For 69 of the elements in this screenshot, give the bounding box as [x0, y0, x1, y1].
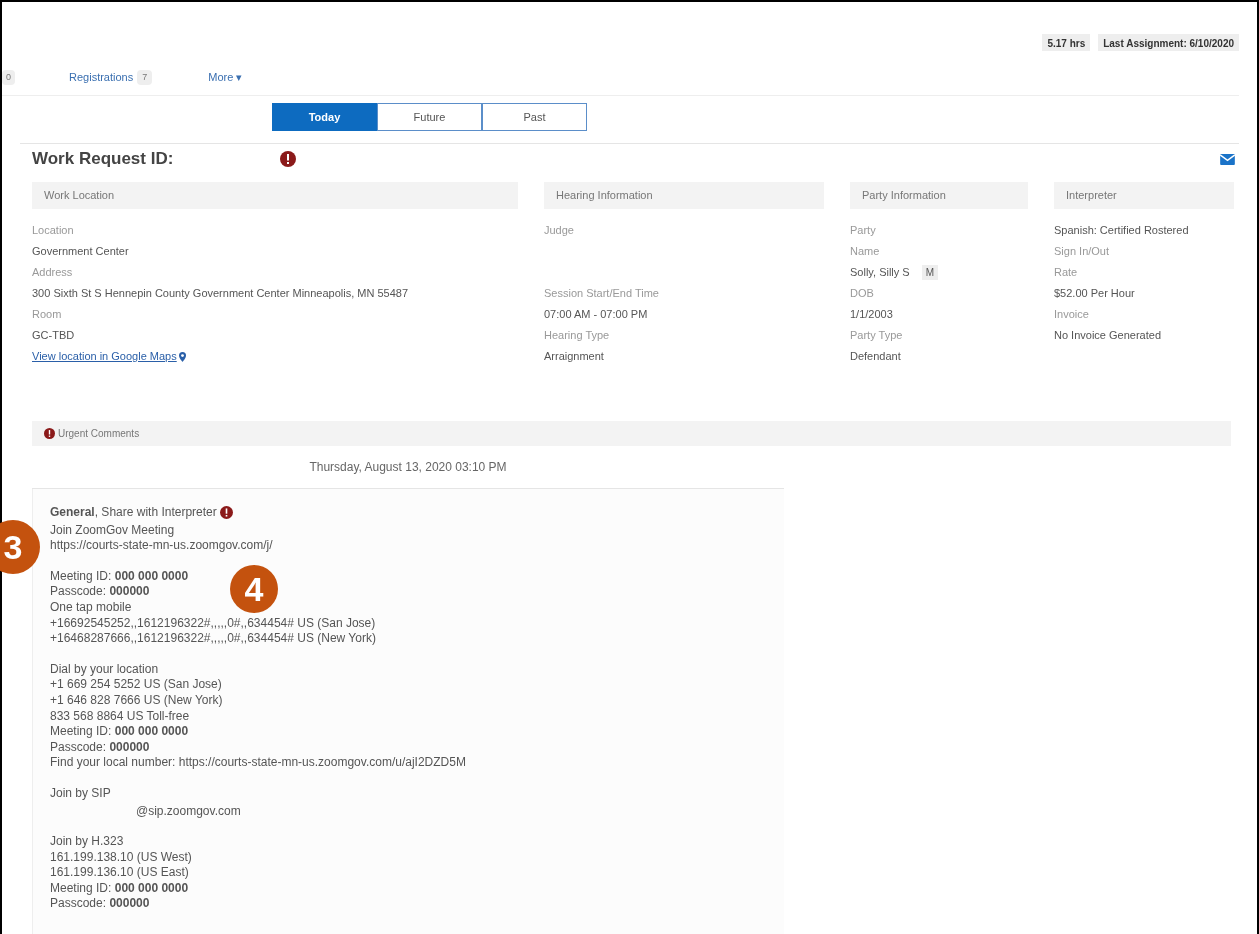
alert-icon — [280, 151, 296, 167]
nav-link[interactable]: Registrations 7 — [69, 69, 153, 86]
field-label: Party — [850, 223, 877, 238]
section-header: Interpreter — [1054, 182, 1234, 209]
tab[interactable]: Future — [377, 103, 482, 131]
comment-line: Passcode: 000000 — [50, 896, 150, 913]
alert-icon — [219, 506, 233, 520]
comment-line: +16468287666,,1612196322#,,,,,0#,,634454# US (New York) — [50, 631, 376, 647]
comment-line: Join by H.323 — [50, 834, 124, 850]
comment-line: https://courts-state-mn-us.zoomgov.com/j/ — [50, 538, 273, 554]
gender-tag: M — [921, 265, 939, 280]
callout-badge: 3 — [0, 520, 40, 574]
comment-line: +1 646 828 7666 US (New York) — [50, 692, 223, 709]
field-value: Defendant — [850, 349, 901, 364]
field-label: Session Start/End Time — [544, 286, 660, 301]
mail-icon[interactable] — [1220, 153, 1235, 165]
section-header: Hearing Information — [544, 182, 824, 209]
comment-date: Thursday, August 13, 2020 03:10 PM — [309, 459, 507, 476]
field-label: Room — [32, 307, 63, 322]
comment-line: Join by SIP — [50, 785, 111, 802]
comment-line: +1 669 254 5252 US (San Jose) — [50, 677, 222, 693]
comment-line: 161.199.138.10 (US West) — [50, 849, 192, 866]
field-value: GC-TBD — [32, 328, 75, 343]
comment-line: Find your local number: https://courts-state-mn-us.zoomgov.com/u/ajI2DZD5M — [50, 755, 466, 771]
info-badge: Last Assignment: 6/10/2020 — [1098, 34, 1239, 51]
comment-line: Dial by your location — [50, 661, 159, 678]
field-value: Spanish: Certified Rostered — [1054, 223, 1189, 238]
alert-icon — [44, 428, 55, 439]
comment-line: Meeting ID: 000 000 0000 — [50, 724, 189, 740]
comment-line: One tap mobile — [50, 599, 132, 616]
comment-line: Meeting ID: 000 000 0000 — [50, 568, 189, 585]
field-value: Government Center — [32, 244, 129, 259]
section-header: Work Location — [32, 182, 518, 209]
map-pin-icon — [178, 351, 186, 362]
comment-line: +16692545252,,1612196322#,,,,,0#,,634454# US (San Jose) — [50, 615, 376, 632]
field-label: Rate — [1054, 265, 1079, 280]
field-label: Sign In/Out — [1054, 244, 1111, 259]
field-value: 300 Sixth St S Hennepin County Government Center Minneapolis, MN 55487 — [32, 286, 409, 301]
field-value: Arraignment — [544, 349, 604, 364]
field-value: 07:00 AM - 07:00 PM — [544, 307, 648, 322]
section-title: Urgent Comments — [58, 427, 140, 441]
comment-line: Passcode: 000000 — [50, 739, 150, 756]
comment-line: 833 568 8864 US Toll-free — [50, 708, 190, 725]
field-label: Invoice — [1054, 307, 1090, 322]
tab[interactable]: Today — [272, 103, 377, 131]
field-value: 1/1/2003 — [850, 307, 893, 322]
comment-line: 161.199.136.10 (US East) — [50, 865, 189, 881]
comment-header: General, Share with Interpreter — [50, 505, 217, 521]
count-badge: 0 — [2, 69, 15, 86]
section-header: Party Information — [850, 182, 1028, 209]
field-label: Address — [32, 265, 74, 280]
page-title: Work Request ID: — [32, 148, 175, 171]
field-label: DOB — [850, 286, 875, 301]
nav-link[interactable]: More ▾ — [208, 69, 243, 86]
field-value: No Invoice Generated — [1054, 328, 1161, 343]
field-label: Location — [32, 223, 75, 238]
tab[interactable]: Past — [482, 103, 587, 131]
comment-line: Join ZoomGov Meeting — [50, 522, 175, 539]
field-label: Name — [850, 244, 881, 259]
map-link[interactable]: View location in Google Maps — [32, 348, 518, 365]
field-label: Hearing Type — [544, 328, 611, 343]
field-label: Party Type — [850, 328, 904, 343]
field-value: $52.00 Per Hour — [1054, 286, 1135, 301]
info-badge: 5.17 hrs — [1042, 34, 1091, 51]
field-value: Solly, Silly S — [850, 265, 910, 280]
comment-line: Meeting ID: 000 000 0000 — [50, 880, 189, 897]
field-label: Judge — [544, 223, 575, 238]
comment-line: @sip.zoomgov.com — [135, 803, 241, 820]
comment-line: Passcode: 000000 — [50, 584, 150, 600]
